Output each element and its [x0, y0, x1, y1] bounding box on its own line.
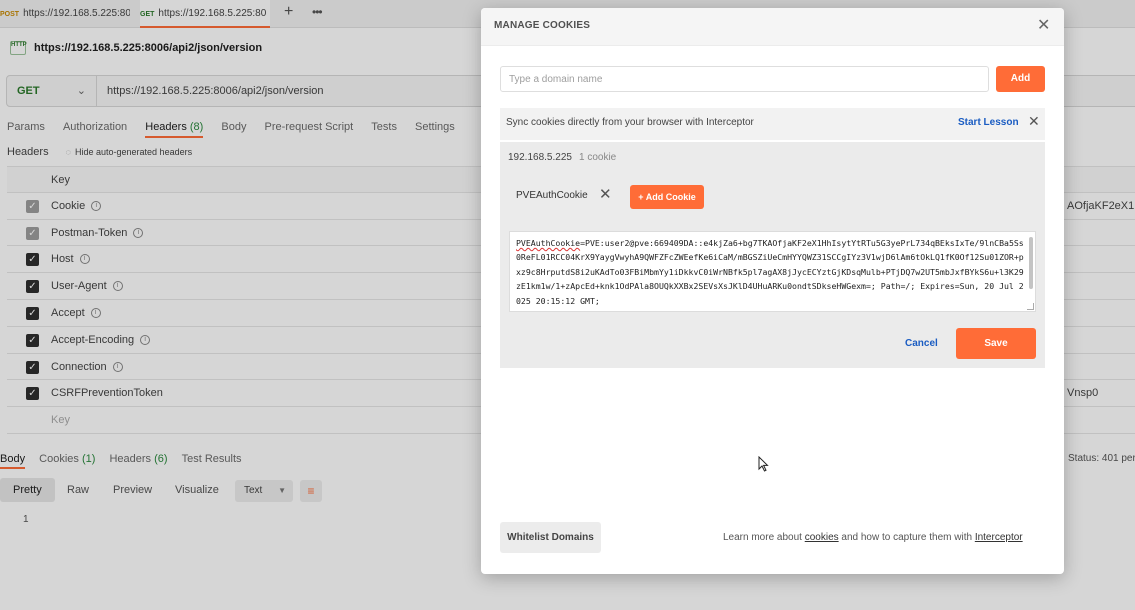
- cancel-button[interactable]: Cancel: [905, 338, 938, 349]
- modal-header: MANAGE COOKIES ✕: [481, 8, 1064, 46]
- close-icon[interactable]: ✕: [1037, 17, 1050, 35]
- add-cookie-button[interactable]: + Add Cookie: [630, 185, 704, 209]
- cookie-count: 1 cookie: [579, 152, 617, 163]
- whitelist-domains-button[interactable]: Whitelist Domains: [500, 522, 601, 553]
- editor-scrollbar[interactable]: [1029, 237, 1033, 289]
- mouse-pointer-icon: [758, 456, 769, 472]
- interceptor-sync-banner: Sync cookies directly from your browser …: [500, 108, 1045, 140]
- close-icon[interactable]: ✕: [1028, 113, 1040, 130]
- domain-name[interactable]: 192.168.5.225: [508, 152, 572, 163]
- modal-title: MANAGE COOKIES: [494, 20, 591, 31]
- add-domain-button[interactable]: Add: [996, 66, 1045, 92]
- domain-input[interactable]: [500, 66, 989, 92]
- footer-prefix: Learn more about: [723, 532, 805, 543]
- delete-cookie-icon[interactable]: ✕: [599, 185, 612, 203]
- modal-footer-text: Learn more about cookies and how to capt…: [723, 532, 1023, 543]
- cookie-value-rest: =PVE:user2@pve:669409DA::e4kjZa6+bg7TKAO…: [516, 238, 1024, 306]
- start-lesson-link[interactable]: Start Lesson: [958, 117, 1019, 128]
- manage-cookies-modal: MANAGE COOKIES ✕ Add Sync cookies direct…: [481, 8, 1064, 574]
- domain-cookie-panel: 192.168.5.225 1 cookie PVEAuthCookie ✕ +…: [500, 142, 1045, 368]
- cookie-value-text[interactable]: PVEAuthCookie=PVE:user2@pve:669409DA::e4…: [516, 236, 1024, 308]
- sync-text: Sync cookies directly from your browser …: [506, 117, 754, 128]
- cookie-chip[interactable]: PVEAuthCookie: [516, 190, 588, 201]
- resize-handle-icon[interactable]: [1027, 303, 1034, 310]
- cookies-link[interactable]: cookies: [805, 532, 839, 543]
- cookie-value-name: PVEAuthCookie: [516, 238, 581, 248]
- cookie-editor[interactable]: PVEAuthCookie=PVE:user2@pve:669409DA::e4…: [509, 231, 1036, 312]
- save-button[interactable]: Save: [956, 328, 1036, 359]
- footer-middle: and how to capture them with: [838, 532, 975, 543]
- interceptor-link[interactable]: Interceptor: [975, 532, 1023, 543]
